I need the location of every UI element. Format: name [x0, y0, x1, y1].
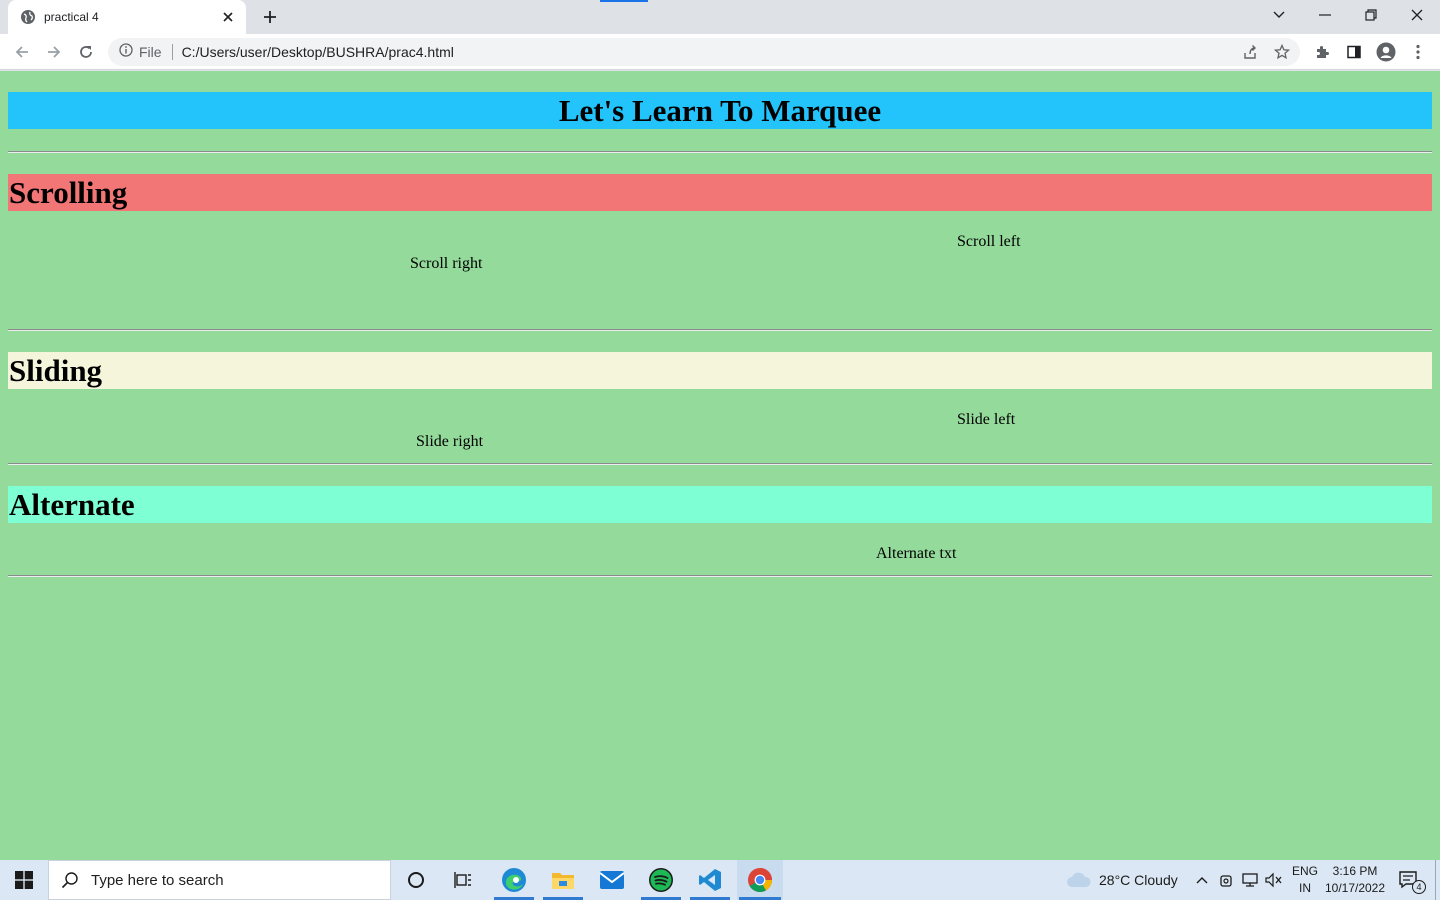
weather-text[interactable]: 28°C Cloudy — [1099, 872, 1178, 888]
bookmark-star-icon[interactable] — [1272, 42, 1292, 62]
edge-icon[interactable] — [492, 860, 536, 900]
address-bar[interactable]: File C:/Users/user/Desktop/BUSHRA/prac4.… — [108, 38, 1300, 66]
url-text[interactable]: C:/Users/user/Desktop/BUSHRA/prac4.html — [182, 44, 1300, 60]
side-panel-icon[interactable] — [1340, 38, 1368, 66]
tab-practical-4[interactable]: practical 4 — [8, 0, 246, 34]
cortana-icon[interactable] — [394, 860, 438, 900]
mail-icon[interactable] — [590, 860, 634, 900]
marquee-scroll-right: Scroll right — [410, 255, 483, 272]
divider — [8, 575, 1432, 577]
profile-avatar-icon[interactable] — [1372, 38, 1400, 66]
language-code[interactable]: ENG — [1290, 864, 1320, 878]
divider — [8, 463, 1432, 465]
meet-now-icon[interactable] — [1216, 860, 1236, 900]
notification-center-icon[interactable]: 4 — [1392, 860, 1426, 900]
back-button[interactable] — [8, 38, 36, 66]
section-heading-sliding: Sliding — [8, 352, 1432, 389]
divider — [8, 151, 1432, 153]
reload-button[interactable] — [72, 38, 100, 66]
taskbar-search-input[interactable]: Type here to search — [48, 860, 391, 900]
site-label: File — [139, 44, 162, 60]
tab-search-indicator — [600, 0, 648, 2]
extensions-puzzle-icon[interactable] — [1308, 38, 1336, 66]
info-icon — [119, 42, 133, 62]
clock-date[interactable]: 10/17/2022 — [1322, 881, 1388, 895]
weather-cloud-icon[interactable] — [1062, 860, 1096, 900]
divider — [8, 329, 1432, 331]
hidden-icons-chevron-icon[interactable] — [1192, 860, 1212, 900]
marquee-scroll-left: Scroll left — [957, 233, 1021, 250]
marquee-slide-left: Slide left — [957, 411, 1016, 428]
file-explorer-icon[interactable] — [541, 860, 585, 900]
volume-muted-icon[interactable] — [1264, 860, 1284, 900]
site-info-button[interactable]: File — [108, 38, 162, 66]
page-title: Let's Learn To Marquee — [8, 92, 1432, 129]
network-icon[interactable] — [1240, 860, 1262, 900]
tab-search-chevron-icon[interactable] — [1256, 0, 1302, 30]
address-separator — [171, 44, 173, 60]
language-region[interactable]: IN — [1290, 881, 1320, 895]
minimize-button[interactable] — [1302, 0, 1348, 30]
globe-icon — [20, 9, 36, 25]
clock-time[interactable]: 3:16 PM — [1322, 864, 1388, 878]
section-heading-scrolling: Scrolling — [8, 174, 1432, 211]
browser-toolbar: File C:/Users/user/Desktop/BUSHRA/prac4.… — [0, 34, 1440, 70]
share-icon[interactable] — [1240, 42, 1260, 62]
windows-taskbar: Type here to search 28°C Cloudy ENG IN 3… — [0, 860, 1440, 900]
start-button[interactable] — [0, 860, 48, 900]
marquee-alternate: Alternate txt — [876, 545, 957, 562]
restore-button[interactable] — [1348, 0, 1394, 30]
marquee-slide-right: Slide right — [416, 433, 484, 450]
section-heading-alternate: Alternate — [8, 486, 1432, 523]
close-window-button[interactable] — [1394, 0, 1440, 30]
search-placeholder: Type here to search — [91, 871, 224, 889]
tab-strip: practical 4 — [0, 0, 1440, 34]
notification-count-badge: 4 — [1412, 880, 1426, 894]
show-desktop-button[interactable] — [1435, 860, 1440, 900]
menu-kebab-icon[interactable] — [1404, 38, 1432, 66]
tab-title: practical 4 — [44, 10, 99, 24]
task-view-icon[interactable] — [442, 860, 486, 900]
spotify-icon[interactable] — [639, 860, 683, 900]
page-viewport: Let's Learn To Marquee Scrolling Scroll … — [0, 71, 1440, 860]
new-tab-button[interactable] — [258, 6, 282, 28]
tab-close-icon[interactable] — [220, 9, 236, 25]
vscode-icon[interactable] — [688, 860, 732, 900]
forward-button[interactable] — [40, 38, 68, 66]
chrome-icon[interactable] — [737, 860, 783, 900]
search-icon — [61, 871, 79, 889]
